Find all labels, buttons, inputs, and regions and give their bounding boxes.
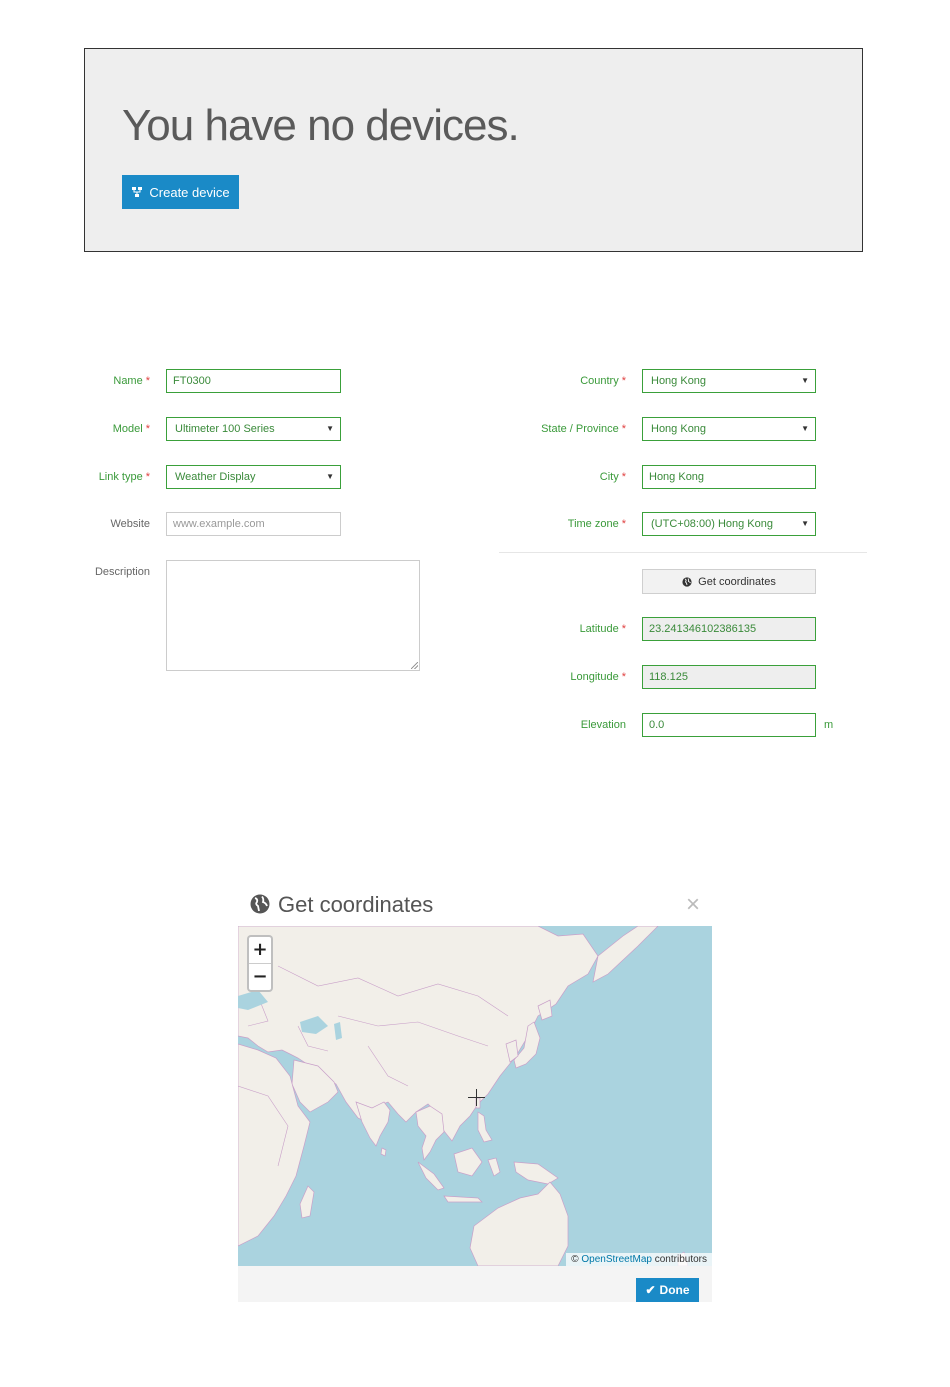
state-select[interactable]: Hong Kong ▼ <box>642 417 816 441</box>
globe-icon <box>682 576 692 587</box>
elevation-unit: m <box>824 719 834 731</box>
device-icon <box>132 187 143 197</box>
timezone-select[interactable]: (UTC+08:00) Hong Kong ▼ <box>642 512 816 536</box>
country-select[interactable]: Hong Kong ▼ <box>642 369 816 393</box>
get-coordinates-label: Get coordinates <box>698 575 776 588</box>
openstreetmap-link[interactable]: OpenStreetMap <box>581 1254 652 1265</box>
state-label: State / Province * <box>541 423 626 435</box>
chevron-down-icon: ▼ <box>801 376 809 385</box>
elevation-label: Elevation <box>580 719 626 731</box>
crosshair-marker <box>468 1089 485 1106</box>
create-device-button[interactable]: Create device <box>122 175 239 209</box>
city-label: City * <box>599 471 626 483</box>
modal-footer: ✔ Done <box>238 1266 712 1302</box>
link-type-select[interactable]: Weather Display ▼ <box>166 465 341 489</box>
zoom-control: + − <box>247 935 273 992</box>
name-input[interactable]: FT0300 <box>166 369 341 393</box>
model-select[interactable]: Ultimeter 100 Series ▼ <box>166 417 341 441</box>
elevation-input[interactable]: 0.0 <box>642 713 816 737</box>
timezone-label: Time zone * <box>567 518 626 530</box>
map-attribution: © OpenStreetMap contributors <box>566 1253 712 1266</box>
globe-icon <box>250 894 270 914</box>
name-label: Name * <box>113 375 150 387</box>
chevron-down-icon: ▼ <box>326 424 334 433</box>
latitude-label: Latitude * <box>579 623 626 635</box>
done-label: Done <box>659 1283 690 1297</box>
resize-handle-icon[interactable] <box>411 662 418 669</box>
map-view[interactable]: + − © OpenStreetMap contributors <box>238 926 712 1266</box>
divider <box>499 552 867 553</box>
description-textarea[interactable] <box>166 560 420 671</box>
check-icon: ✔ <box>645 1283 656 1297</box>
create-device-label: Create device <box>149 184 230 200</box>
chevron-down-icon: ▼ <box>801 424 809 433</box>
empty-state-heading: You have no devices. <box>122 101 520 150</box>
longitude-input[interactable]: 118.125 <box>642 665 816 689</box>
get-coordinates-button[interactable]: Get coordinates <box>642 569 816 594</box>
modal-header: Get coordinates × <box>238 886 712 926</box>
close-icon[interactable]: × <box>686 892 700 918</box>
empty-state-panel: You have no devices. Create device <box>84 48 863 252</box>
done-button[interactable]: ✔ Done <box>636 1278 699 1302</box>
zoom-in-button[interactable]: + <box>249 937 271 963</box>
modal-title: Get coordinates <box>278 892 434 917</box>
chevron-down-icon: ▼ <box>801 519 809 528</box>
country-label: Country * <box>580 375 626 387</box>
link-type-label: Link type * <box>98 471 150 483</box>
website-label: Website <box>110 518 150 530</box>
zoom-out-button[interactable]: − <box>249 963 271 990</box>
description-label: Description <box>94 566 150 578</box>
website-input[interactable]: www.example.com <box>166 512 341 536</box>
longitude-label: Longitude * <box>570 671 626 683</box>
latitude-input[interactable]: 23.241346102386135 <box>642 617 816 641</box>
city-input[interactable]: Hong Kong <box>642 465 816 489</box>
model-label: Model * <box>112 423 150 435</box>
chevron-down-icon: ▼ <box>326 472 334 481</box>
